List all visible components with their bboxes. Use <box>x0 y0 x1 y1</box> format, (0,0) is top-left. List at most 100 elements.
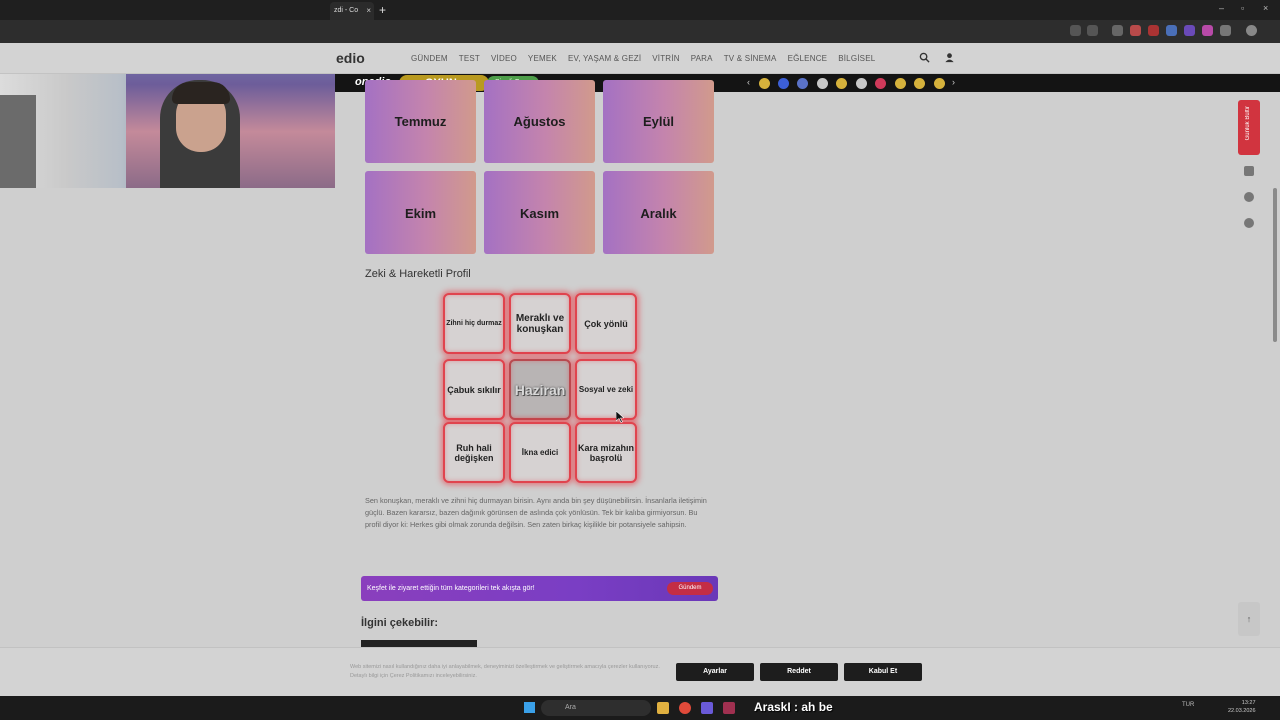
chrome-icon[interactable] <box>679 702 691 714</box>
site-logo[interactable]: edio <box>336 50 365 66</box>
nav-item-test[interactable]: TEST <box>459 54 480 63</box>
webcam-background-shelf <box>0 95 36 188</box>
gundem-button[interactable]: Gündem <box>667 582 713 595</box>
cookie-reject-button[interactable]: Reddet <box>760 663 838 681</box>
game-icon[interactable] <box>875 78 886 89</box>
nav-item-vitrin[interactable]: VİTRİN <box>652 54 679 63</box>
nav-item-eglence[interactable]: EĞLENCE <box>788 54 828 63</box>
nav-item-gundem[interactable]: GÜNDEM <box>411 54 448 63</box>
new-tab-button[interactable]: + <box>379 2 386 18</box>
cookie-settings-button[interactable]: Ayarlar <box>676 663 754 681</box>
windows-start-icon[interactable] <box>524 702 535 713</box>
bookmark-icon[interactable] <box>1244 166 1254 176</box>
tab-title: zdi - Co <box>334 7 359 14</box>
webcam-headphones <box>172 82 230 104</box>
game-icon[interactable] <box>895 78 906 89</box>
scroll-top-button[interactable]: ↑ <box>1238 602 1260 636</box>
cookie-consent-bar: Web sitemizi nasıl kullandığınız daha iy… <box>0 647 1280 696</box>
bingo-cell[interactable]: İkna edici <box>509 422 571 483</box>
game-icon[interactable] <box>856 78 867 89</box>
browser-tab-bar: zdi - Co × + – ▫ × <box>0 0 1280 20</box>
month-label: Temmuz <box>394 114 447 129</box>
cookie-accept-button[interactable]: Kabul Et <box>844 663 922 681</box>
page-scrollbar[interactable] <box>1273 188 1277 342</box>
maximize-button[interactable]: ▫ <box>1241 3 1244 13</box>
extension-icon[interactable] <box>1184 25 1195 36</box>
newsletter-side-tab[interactable]: Günlük Bültir <box>1238 100 1260 155</box>
game-icon[interactable] <box>797 78 808 89</box>
search-icon[interactable] <box>919 52 930 63</box>
bingo-cell[interactable]: Çok yönlü <box>575 293 637 354</box>
bingo-cell[interactable]: Kara mizahın başrolü <box>575 422 637 483</box>
nav-item-yemek[interactable]: YEMEK <box>528 54 557 63</box>
game-icon[interactable] <box>836 78 847 89</box>
extension-icon[interactable] <box>1166 25 1177 36</box>
month-tile-agustos[interactable]: Ağustos <box>484 80 595 163</box>
newsletter-label: Günlük Bültir <box>1245 106 1251 141</box>
game-prev-arrow[interactable]: ‹ <box>747 77 750 87</box>
game-bar: onedio OYUN Şimdi Oyna ‹ › <box>335 74 1280 92</box>
banner-text: Keşfet ile ziyaret ettiğin tüm kategoril… <box>367 585 535 592</box>
share-icon[interactable] <box>1244 218 1254 228</box>
month-tile-ekim[interactable]: Ekim <box>365 171 476 254</box>
site-header: edio GÜNDEM TEST VİDEO YEMEK EV, YAŞAM &… <box>0 43 1280 74</box>
extension-icon[interactable] <box>1202 25 1213 36</box>
month-tile-kasim[interactable]: Kasım <box>484 171 595 254</box>
taskbar-search[interactable]: Ara <box>541 700 651 716</box>
month-label: Eylül <box>642 114 675 129</box>
month-label: Ağustos <box>513 114 566 129</box>
language-indicator[interactable]: TUR <box>1182 702 1194 708</box>
minimize-button[interactable]: – <box>1219 3 1224 13</box>
game-icon[interactable] <box>778 78 789 89</box>
nav-item-para[interactable]: PARA <box>691 54 713 63</box>
nav-item-tv-sinema[interactable]: TV & SİNEMA <box>724 54 777 63</box>
game-icon[interactable] <box>817 78 828 89</box>
month-tile-aralik[interactable]: Aralık <box>603 171 714 254</box>
tab-close-icon[interactable]: × <box>366 2 371 20</box>
bingo-cell[interactable]: Meraklı ve konuşkan <box>509 293 571 354</box>
month-label: Kasım <box>519 206 560 221</box>
stream-chat-message: AraskI : ah be <box>754 700 833 714</box>
extension-icon[interactable] <box>1112 25 1123 36</box>
profile-description: Sen konuşkan, meraklı ve zihni hiç durma… <box>365 496 707 529</box>
bingo-cell[interactable]: Sosyal ve zeki <box>575 359 637 420</box>
game-icon[interactable] <box>914 78 925 89</box>
month-label: Ekim <box>404 206 437 221</box>
bingo-cell[interactable]: Ruh hali değişken <box>443 422 505 483</box>
bingo-cell[interactable]: Çabuk sıkılır <box>443 359 505 420</box>
install-icon[interactable] <box>1070 25 1081 36</box>
nav-item-ev-yasam[interactable]: EV, YAŞAM & GEZİ <box>568 54 641 63</box>
might-like-heading: İlgini çekebilir: <box>361 617 439 629</box>
extension-icon[interactable] <box>1148 25 1159 36</box>
bingo-cell[interactable]: Zihni hiç durmaz <box>443 293 505 354</box>
comment-icon[interactable] <box>1244 192 1254 202</box>
profile-title: Zeki & Hareketli Profil <box>365 268 471 280</box>
taskbar: Ara AraskI : ah be TUR 13:27 22.03.2026 <box>0 696 1280 720</box>
clock-date: 22.03.2026 <box>1228 708 1256 714</box>
bookmark-star-icon[interactable] <box>1087 25 1098 36</box>
game-icon[interactable] <box>934 78 945 89</box>
taskbar-clock[interactable]: 13:27 22.03.2026 <box>1228 699 1256 715</box>
browser-tab[interactable]: zdi - Co × <box>330 2 374 20</box>
user-icon[interactable] <box>944 52 955 63</box>
app-icon[interactable] <box>723 702 735 714</box>
month-label: Aralık <box>640 206 677 221</box>
close-window-button[interactable]: × <box>1263 3 1268 13</box>
file-explorer-icon[interactable] <box>657 702 669 714</box>
discord-icon[interactable] <box>701 702 713 714</box>
browser-toolbar <box>0 20 1280 43</box>
game-icon[interactable] <box>759 78 770 89</box>
extension-icon[interactable] <box>1130 25 1141 36</box>
month-tile-temmuz[interactable]: Temmuz <box>365 80 476 163</box>
game-next-arrow[interactable]: › <box>952 77 955 87</box>
bingo-grid: Zihni hiç durmaz Meraklı ve konuşkan Çok… <box>441 291 639 485</box>
nav-item-bilgisel[interactable]: BİLGİSEL <box>838 54 875 63</box>
month-tile-eylul[interactable]: Eylül <box>603 80 714 163</box>
bingo-center-cell[interactable]: Haziran <box>509 359 571 420</box>
extensions-puzzle-icon[interactable] <box>1220 25 1231 36</box>
mouse-cursor-icon <box>616 411 624 423</box>
explore-banner[interactable]: Keşfet ile ziyaret ettiğin tüm kategoril… <box>361 576 718 601</box>
nav-item-video[interactable]: VİDEO <box>491 54 517 63</box>
profile-avatar-icon[interactable] <box>1246 25 1257 36</box>
cookie-text: Web sitemizi nasıl kullandığınız daha iy… <box>350 664 660 679</box>
